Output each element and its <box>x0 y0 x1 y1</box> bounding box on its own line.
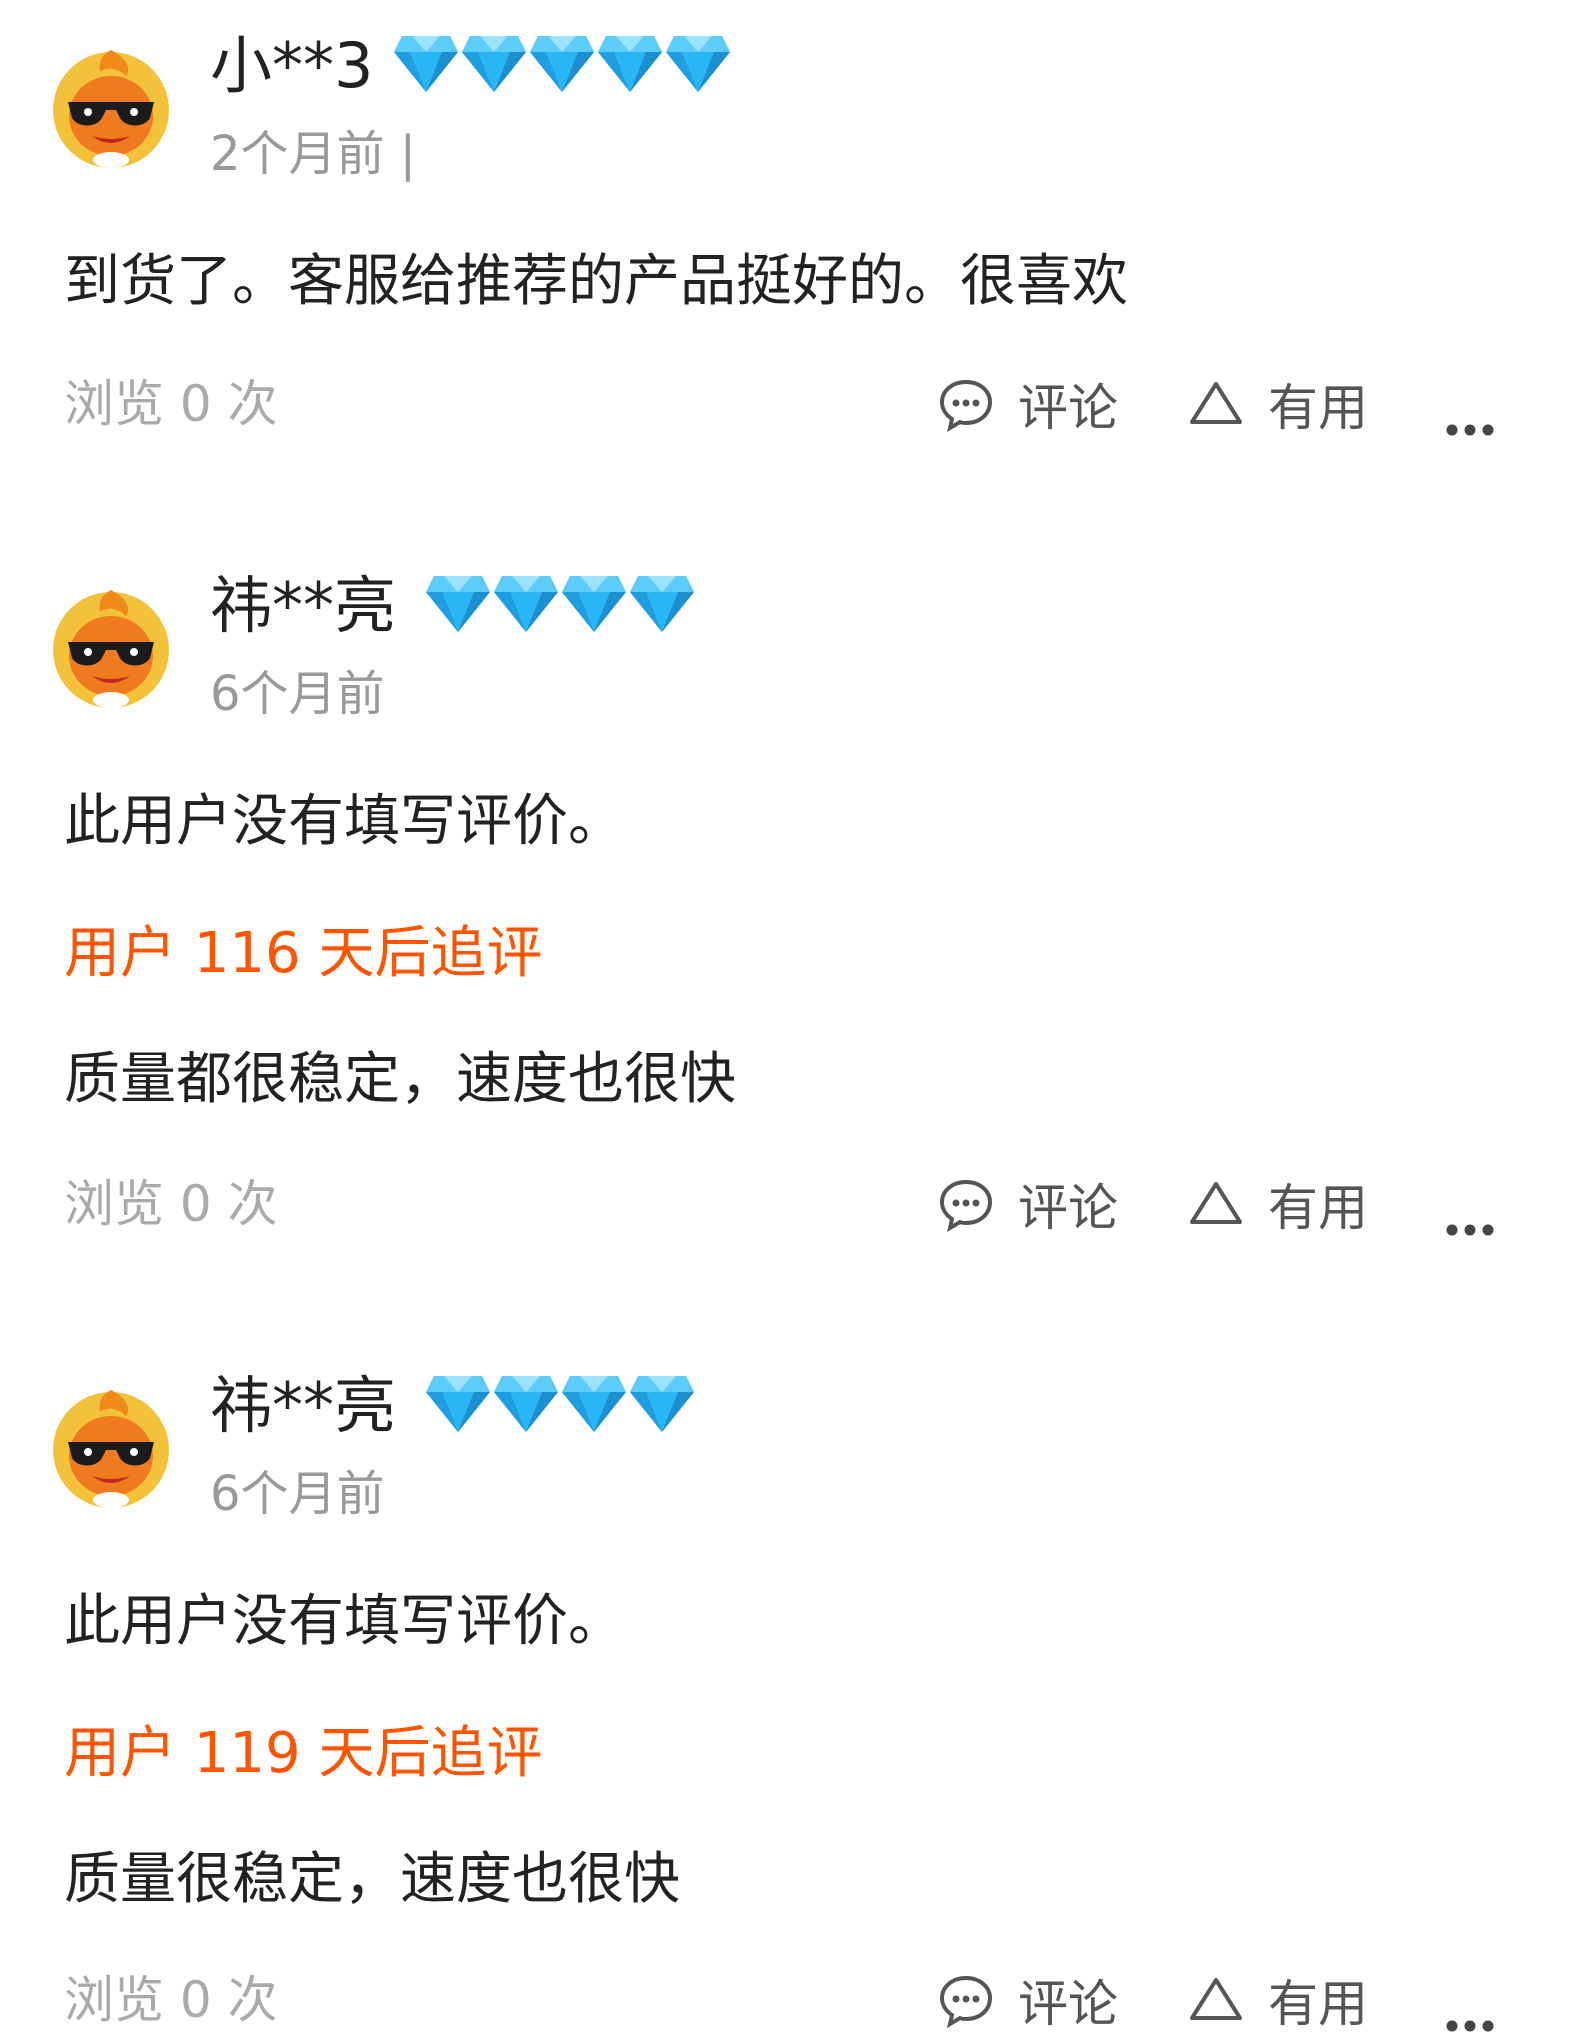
review-card: 小**3 2个月前 | 到货了。客服给推荐的产品挺好的。很喜欢 浏览 0 次 评… <box>0 0 1581 480</box>
comment-label: 评论 <box>1018 1179 1118 1237</box>
comment-button[interactable]: 评论 <box>938 368 1118 440</box>
review-time: 6个月前 <box>210 1466 385 1522</box>
diamond-icon <box>664 30 732 96</box>
useful-label: 有用 <box>1268 1975 1368 2033</box>
diamond-icon <box>628 570 696 636</box>
triangle-up-icon <box>1188 1176 1244 1232</box>
comment-button[interactable]: 评论 <box>938 1964 1118 2036</box>
useful-button[interactable]: 有用 <box>1188 1168 1368 1240</box>
comment-bubble-icon <box>938 1176 994 1232</box>
level-diamonds <box>424 1370 696 1438</box>
useful-label: 有用 <box>1268 379 1368 437</box>
followup-label: 用户 116 天后追评 <box>64 921 543 986</box>
comment-button[interactable]: 评论 <box>938 1168 1118 1240</box>
triangle-up-icon <box>1188 1972 1244 2028</box>
diamond-icon <box>596 30 664 96</box>
more-dots-icon[interactable] <box>1440 1964 1500 2036</box>
diamond-icon <box>424 570 492 636</box>
useful-label: 有用 <box>1268 1179 1368 1237</box>
view-count: 浏览 0 次 <box>64 375 278 433</box>
useful-button[interactable]: 有用 <box>1188 368 1368 440</box>
diamond-icon <box>628 1370 696 1436</box>
comment-bubble-icon <box>938 376 994 432</box>
comment-label: 评论 <box>1018 379 1118 437</box>
more-dots-icon[interactable] <box>1440 368 1500 440</box>
username[interactable]: 祎**亮 <box>210 566 396 646</box>
triangle-up-icon <box>1188 376 1244 432</box>
review-footer: 浏览 0 次 评论 有用 <box>0 368 1581 440</box>
review-footer: 浏览 0 次 评论 有用 <box>0 1168 1581 1240</box>
review-time: 2个月前 | <box>210 126 416 182</box>
followup-label: 用户 119 天后追评 <box>64 1721 543 1786</box>
diamond-icon <box>560 570 628 636</box>
diamond-icon <box>424 1370 492 1436</box>
followup-content: 质量很稳定，速度也很快 <box>64 1847 680 1912</box>
level-diamonds <box>392 30 732 98</box>
diamond-icon <box>492 570 560 636</box>
comment-bubble-icon <box>938 1972 994 2028</box>
review-footer: 浏览 0 次 评论 有用 <box>0 1964 1581 2036</box>
review-card: 祎**亮 6个月前 此用户没有填写评价。 用户 119 天后追评 质量很稳定，速… <box>0 1340 1581 2033</box>
view-count: 浏览 0 次 <box>64 1175 278 1233</box>
diamond-icon <box>392 30 460 96</box>
review-content: 到货了。客服给推荐的产品挺好的。很喜欢 <box>64 249 1128 314</box>
more-dots-icon[interactable] <box>1440 1168 1500 1240</box>
avatar[interactable] <box>48 584 174 710</box>
username[interactable]: 祎**亮 <box>210 1366 396 1446</box>
review-card: 祎**亮 6个月前 此用户没有填写评价。 用户 116 天后追评 质量都很稳定，… <box>0 540 1581 1280</box>
review-content: 此用户没有填写评价。 <box>64 1589 624 1654</box>
diamond-icon <box>528 30 596 96</box>
level-diamonds <box>424 570 696 638</box>
review-content: 此用户没有填写评价。 <box>64 789 624 854</box>
view-count: 浏览 0 次 <box>64 1971 278 2029</box>
diamond-icon <box>560 1370 628 1436</box>
avatar[interactable] <box>48 44 174 170</box>
useful-button[interactable]: 有用 <box>1188 1964 1368 2036</box>
diamond-icon <box>492 1370 560 1436</box>
avatar[interactable] <box>48 1384 174 1510</box>
followup-content: 质量都很稳定，速度也很快 <box>64 1047 736 1112</box>
diamond-icon <box>460 30 528 96</box>
comment-label: 评论 <box>1018 1975 1118 2033</box>
review-time: 6个月前 <box>210 666 385 722</box>
username[interactable]: 小**3 <box>210 26 373 106</box>
